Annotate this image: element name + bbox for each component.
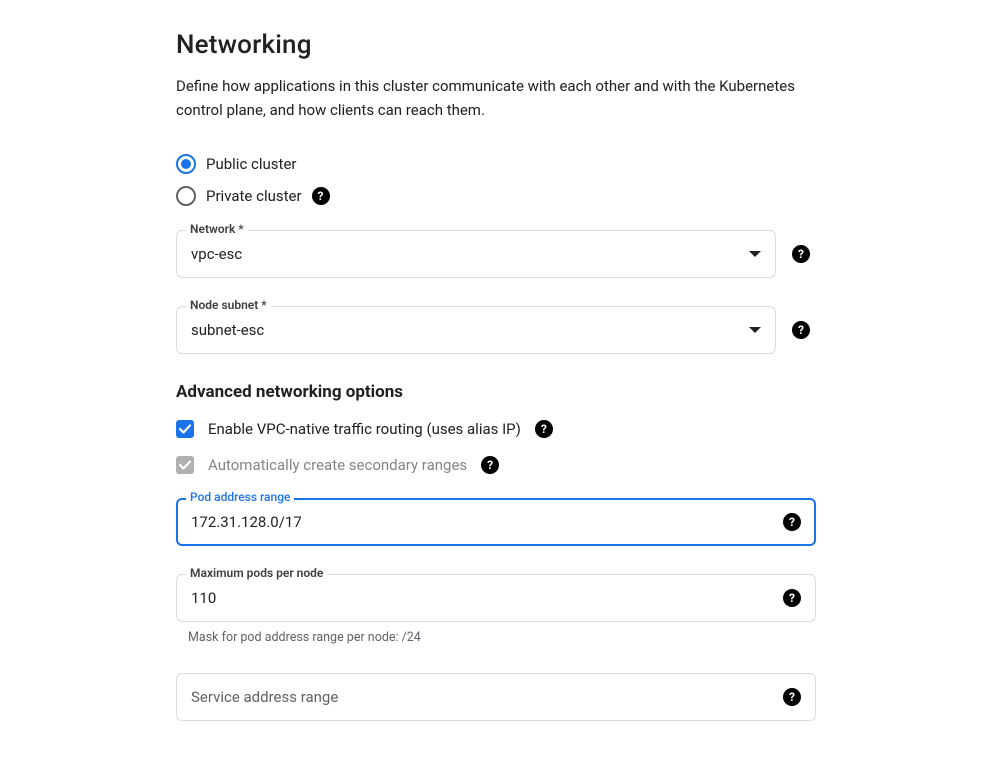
private-cluster-option[interactable]: Private cluster ? <box>176 186 856 206</box>
pod-range-value: 172.31.128.0/17 <box>191 513 775 531</box>
public-cluster-label: Public cluster <box>206 155 296 173</box>
networking-form: Networking Define how applications in th… <box>176 30 856 721</box>
help-icon[interactable]: ? <box>792 245 810 263</box>
radio-selected-icon <box>176 154 196 174</box>
auto-secondary-checkbox-row: Automatically create secondary ranges ? <box>176 456 856 474</box>
cluster-type-radio-group: Public cluster Private cluster ? <box>176 154 856 206</box>
max-pods-field-label: Maximum pods per node <box>186 566 327 580</box>
advanced-options-title: Advanced networking options <box>176 382 856 402</box>
auto-secondary-label: Automatically create secondary ranges <box>208 456 467 474</box>
network-value: vpc-esc <box>191 245 741 263</box>
checkbox-checked-disabled-icon <box>176 456 194 474</box>
service-range-input[interactable]: Service address range ? <box>176 673 816 721</box>
max-pods-input[interactable]: 110 ? <box>176 574 816 622</box>
vpc-native-label: Enable VPC-native traffic routing (uses … <box>208 420 521 438</box>
max-pods-helper: Mask for pod address range per node: /24 <box>176 630 856 645</box>
help-icon[interactable]: ? <box>783 688 801 706</box>
service-range-placeholder: Service address range <box>191 688 775 706</box>
node-subnet-select[interactable]: subnet-esc <box>176 306 776 354</box>
page-title: Networking <box>176 30 856 60</box>
node-subnet-field-label: Node subnet * <box>186 298 271 312</box>
vpc-native-checkbox-row[interactable]: Enable VPC-native traffic routing (uses … <box>176 420 856 438</box>
pod-range-field-label: Pod address range <box>186 490 294 504</box>
public-cluster-option[interactable]: Public cluster <box>176 154 856 174</box>
max-pods-value: 110 <box>191 589 775 607</box>
network-field-label: Network * <box>186 222 248 236</box>
help-icon[interactable]: ? <box>535 420 553 438</box>
caret-down-icon <box>749 327 761 333</box>
help-icon[interactable]: ? <box>783 513 801 531</box>
network-select[interactable]: vpc-esc <box>176 230 776 278</box>
help-icon[interactable]: ? <box>792 321 810 339</box>
help-icon[interactable]: ? <box>312 187 330 205</box>
caret-down-icon <box>749 251 761 257</box>
radio-unselected-icon <box>176 186 196 206</box>
help-icon[interactable]: ? <box>783 589 801 607</box>
page-description: Define how applications in this cluster … <box>176 74 796 122</box>
checkbox-checked-icon <box>176 420 194 438</box>
private-cluster-label: Private cluster <box>206 187 302 205</box>
node-subnet-value: subnet-esc <box>191 321 741 339</box>
pod-range-input[interactable]: 172.31.128.0/17 ? <box>176 498 816 546</box>
help-icon[interactable]: ? <box>481 456 499 474</box>
